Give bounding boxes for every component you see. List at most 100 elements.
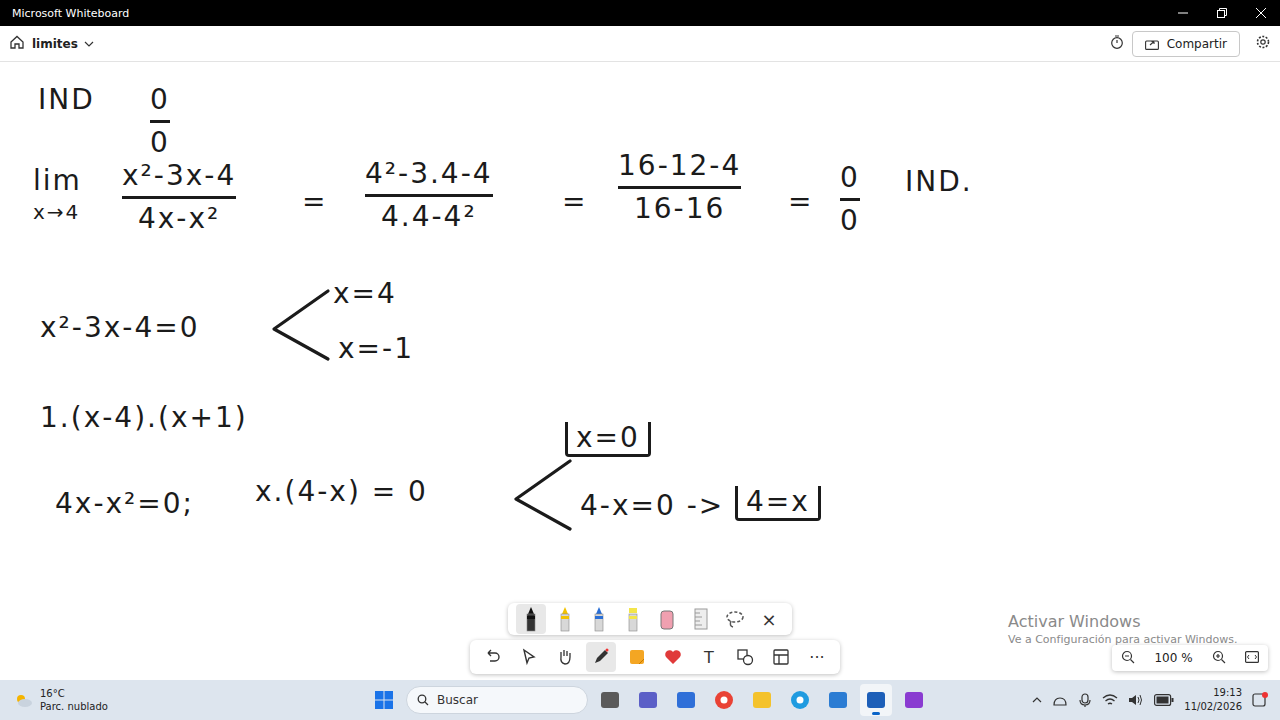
weather-widget[interactable]: 16°C Parc. nublado: [12, 687, 108, 713]
fit-button[interactable]: [1245, 651, 1259, 666]
zoom-in-icon: [1212, 650, 1226, 664]
home-button[interactable]: [10, 34, 24, 53]
tool-face: [627, 647, 647, 667]
more-tool[interactable]: ···: [802, 642, 832, 672]
tool-color: [590, 606, 608, 632]
whiteboard-canvas[interactable]: IND 00 limx→4 x²-3x-4 4x-x² = 4²-3.4-44.4-4² = 1…: [0, 62, 1280, 680]
ink-text[interactable]: 4-x=0 ->: [580, 490, 724, 522]
store-logo-icon: [676, 690, 696, 710]
tool-color: [692, 607, 710, 631]
files-logo-icon: [600, 690, 620, 710]
marker-tool[interactable]: [516, 604, 546, 634]
whiteboard-app[interactable]: [860, 684, 892, 716]
pencil-tool[interactable]: [550, 604, 580, 634]
zoom-in-button[interactable]: [1212, 650, 1226, 667]
close-button[interactable]: [1241, 0, 1280, 26]
share-button[interactable]: Compartir: [1132, 31, 1240, 57]
ink-text[interactable]: =: [788, 186, 813, 218]
teams-app[interactable]: [632, 684, 664, 716]
todo-logo-icon: [828, 690, 848, 710]
zoom-out-button[interactable]: [1121, 650, 1135, 667]
taskbar-search[interactable]: Buscar: [406, 686, 588, 714]
templates-tool[interactable]: [766, 642, 796, 672]
weather-condition: Parc. nublado: [40, 701, 108, 712]
note-tool[interactable]: [622, 642, 652, 672]
edge-logo-icon: [790, 690, 810, 710]
limit-notation[interactable]: limx→4: [33, 165, 82, 224]
app-face: [676, 690, 696, 710]
handwritten-text: x²-3x-4=0: [40, 311, 199, 344]
board-title: limites: [32, 37, 78, 51]
shapes-tool[interactable]: [730, 642, 760, 672]
fraction[interactable]: 00: [840, 162, 860, 237]
close-toolbar-button[interactable]: ×: [754, 604, 784, 634]
boxed-result[interactable]: 4=x: [735, 486, 821, 521]
todo-app[interactable]: [822, 684, 854, 716]
fraction-bar: [365, 194, 493, 197]
branch-stroke[interactable]: [270, 285, 332, 372]
inking-tool[interactable]: [586, 642, 616, 672]
undo-tool[interactable]: [478, 642, 508, 672]
edge-app[interactable]: [784, 684, 816, 716]
clock[interactable]: 19:1311/02/2026: [1184, 686, 1242, 714]
ink-text[interactable]: 4x-x²=0;: [55, 488, 194, 520]
app-face: [904, 690, 924, 710]
handwritten-text: x.(4-x) = 0: [255, 475, 428, 508]
select-tool[interactable]: [514, 642, 544, 672]
files-app[interactable]: [594, 684, 626, 716]
ink-text[interactable]: x²-3x-4=0: [40, 312, 199, 344]
boxed-result[interactable]: x=0: [565, 422, 651, 457]
ink-text[interactable]: 1.(x-4).(x+1): [40, 402, 248, 434]
denominator: 4x-x²: [138, 203, 220, 235]
fraction[interactable]: x²-3x-4 4x-x²: [122, 160, 236, 235]
notification-icon: [1252, 692, 1268, 708]
app-face: [866, 690, 886, 710]
board-name[interactable]: limites: [32, 37, 94, 51]
fraction[interactable]: 16-12-416-16: [618, 150, 741, 225]
other-app[interactable]: [898, 684, 930, 716]
fraction[interactable]: 00: [150, 84, 170, 159]
hand-tool[interactable]: [550, 642, 580, 672]
battery-icon: [1154, 694, 1174, 706]
explorer-app[interactable]: [746, 684, 778, 716]
fraction[interactable]: 4²-3.4-44.4-4²: [365, 158, 493, 233]
ink-text[interactable]: x.(4-x) = 0: [255, 476, 428, 508]
taskbar: 16°C Parc. nublado Buscar 19:1311/02/2026: [0, 680, 1280, 720]
tool-face: [519, 647, 539, 667]
chrome-app[interactable]: [708, 684, 740, 716]
shapes-icon: [735, 647, 755, 667]
main-toolbar: T ···: [470, 640, 840, 674]
settings-button[interactable]: [1256, 34, 1270, 53]
app-header: limites Compartir: [0, 26, 1280, 62]
temperature: 16°C: [40, 688, 65, 699]
app-face: [714, 690, 734, 710]
store-app[interactable]: [670, 684, 702, 716]
ink-text[interactable]: =: [562, 186, 587, 218]
minimize-button[interactable]: [1163, 0, 1202, 26]
ink-text[interactable]: =: [302, 186, 327, 218]
restore-button[interactable]: [1202, 0, 1241, 26]
close-glyph: ×: [761, 609, 776, 630]
restore-icon: [1217, 8, 1227, 18]
eraser-tool[interactable]: [652, 604, 682, 634]
branch-stroke[interactable]: [512, 455, 574, 542]
denominator: 4.4-4²: [381, 201, 477, 233]
chevron-up-icon: [1032, 697, 1042, 703]
pen-tool[interactable]: [584, 604, 614, 634]
start-button[interactable]: [368, 684, 400, 716]
tool-color: [725, 609, 745, 629]
lasso-tool[interactable]: [720, 604, 750, 634]
ink-text[interactable]: IND: [38, 84, 95, 116]
ink-text[interactable]: x=-1: [338, 333, 414, 365]
search-icon: [417, 694, 429, 706]
reaction-tool[interactable]: [658, 642, 688, 672]
numerator: x²-3x-4: [122, 160, 236, 192]
ruler-tool[interactable]: [686, 604, 716, 634]
fraction-bar: [122, 196, 236, 199]
text-tool[interactable]: T: [694, 642, 724, 672]
timer-button[interactable]: [1110, 34, 1124, 53]
highlighter-tool[interactable]: [618, 604, 648, 634]
ink-text[interactable]: x=4: [333, 278, 397, 310]
undo-icon: [483, 647, 503, 667]
ink-text[interactable]: IND.: [905, 166, 973, 198]
